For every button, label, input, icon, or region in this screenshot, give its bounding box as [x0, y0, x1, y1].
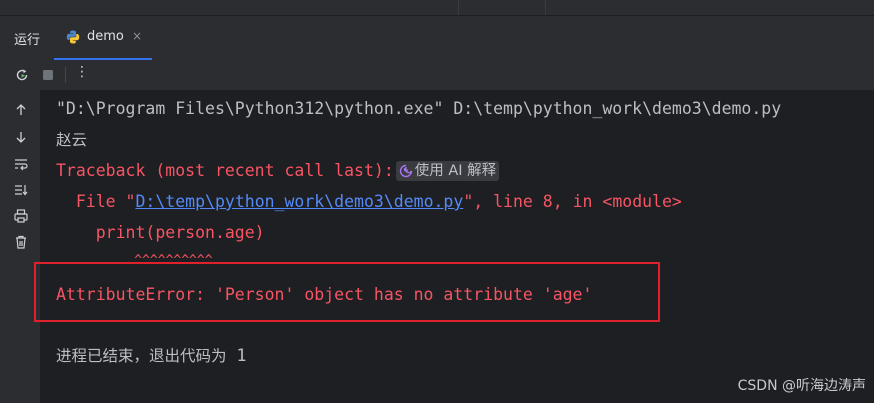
print-icon[interactable]	[13, 208, 29, 224]
exit-code: 1	[226, 346, 247, 365]
exit-text: 进程已结束，退出代码为	[56, 347, 227, 365]
top-strip	[0, 0, 874, 16]
traceback-file-line: File "D:\temp\python_work\demo3\demo.py"…	[56, 192, 682, 212]
traceback-code-line: print(person.age)	[56, 223, 265, 242]
toolbar-separator	[65, 67, 66, 83]
traceback-text: Traceback (most recent call last):	[56, 161, 394, 180]
arrow-up-icon[interactable]	[13, 102, 29, 118]
file-suffix: ", line 8, in <module>	[463, 192, 682, 211]
error-highlight-box	[34, 262, 660, 322]
tool-window-title: 运行	[14, 33, 41, 48]
file-prefix: File "	[56, 192, 136, 211]
command-line: "D:\Program Files\Python312\python.exe" …	[56, 99, 782, 118]
run-toolbar: ⋮	[0, 60, 874, 90]
run-tool-window-header: 运行 demo ×	[0, 16, 874, 60]
rerun-icon[interactable]	[14, 67, 30, 83]
arrow-down-icon[interactable]	[13, 129, 29, 145]
divider	[458, 0, 459, 16]
tab-close-button[interactable]: ×	[132, 29, 142, 43]
output-line: 赵云	[56, 131, 88, 149]
stop-icon[interactable]	[40, 67, 56, 83]
more-options-button[interactable]: ⋮	[75, 64, 89, 80]
divider	[545, 0, 546, 16]
ai-chip-label: 使用 AI 解释	[414, 163, 497, 179]
scroll-to-end-icon[interactable]	[13, 182, 29, 198]
file-link[interactable]: D:\temp\python_work\demo3\demo.py	[135, 192, 463, 211]
tab-demo[interactable]: demo ×	[54, 16, 152, 60]
tab-label: demo	[87, 29, 124, 44]
soft-wrap-icon[interactable]	[13, 156, 29, 172]
process-exit-line: 进程已结束，退出代码为 1	[56, 346, 246, 366]
console-side-toolbar	[0, 90, 40, 403]
traceback-header: Traceback (most recent call last): 使用 AI …	[56, 161, 500, 181]
console-output[interactable]: "D:\Program Files\Python312\python.exe" …	[40, 90, 874, 403]
watermark: CSDN @听海边涛声	[737, 378, 866, 394]
trash-icon[interactable]	[13, 234, 29, 250]
ai-assistant-icon	[399, 164, 412, 178]
explain-with-ai-button[interactable]: 使用 AI 解释	[395, 161, 500, 181]
python-icon	[66, 30, 80, 44]
